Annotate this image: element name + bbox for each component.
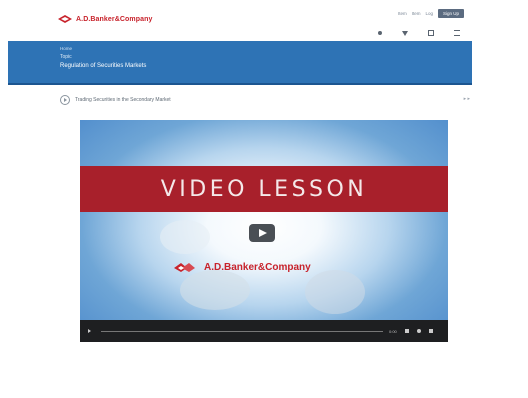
breadcrumb-sub[interactable]: Topic	[60, 54, 72, 60]
time-display: 0:00	[389, 328, 397, 334]
breadcrumb[interactable]: Home	[60, 46, 72, 51]
top-nav-item[interactable]: Item	[398, 11, 407, 16]
bell-icon[interactable]	[402, 30, 408, 36]
progress-track[interactable]	[101, 330, 383, 332]
lesson-play-icon[interactable]	[60, 95, 70, 105]
video-logo-text: A.D.Banker&Company	[204, 261, 311, 273]
header-icons	[378, 30, 460, 36]
top-nav-item[interactable]: Item	[412, 11, 421, 16]
top-nav-item[interactable]: Log	[425, 11, 433, 16]
globe-decoration	[160, 220, 210, 254]
volume-icon[interactable]	[404, 329, 409, 333]
logo-mark-icon	[174, 263, 195, 272]
brand-name: A.D.Banker&Company	[76, 15, 153, 23]
globe-decoration	[305, 270, 365, 314]
signup-button[interactable]: Sign Up	[437, 9, 464, 18]
lesson-title: Trading Securities in the Secondary Mark…	[75, 97, 171, 103]
pin-icon[interactable]	[378, 31, 382, 35]
video-banner: VIDEO LESSON	[80, 166, 448, 212]
lesson-header[interactable]: Trading Securities in the Secondary Mark…	[60, 93, 470, 107]
fullscreen-icon[interactable]	[428, 329, 433, 333]
menu-icon[interactable]	[454, 30, 460, 36]
logo-mark-icon	[58, 15, 72, 23]
video-player[interactable]: VIDEO LESSON A.D.Banker&Company 0:00	[80, 120, 448, 342]
video-banner-text: VIDEO LESSON	[160, 176, 368, 202]
brand-logo[interactable]: A.D.Banker&Company	[58, 12, 152, 26]
page-title: Regulation of Securities Markets	[60, 63, 147, 69]
video-logo: A.D.Banker&Company	[174, 260, 311, 274]
globe-decoration	[180, 270, 250, 310]
top-nav: Item Item Log Sign Up	[398, 9, 464, 18]
page-hero: Home Topic Regulation of Securities Mark…	[8, 41, 472, 85]
lesson-nav-control[interactable]: ▸ ▸	[464, 96, 470, 102]
user-icon[interactable]	[428, 30, 434, 36]
video-controls: 0:00	[80, 320, 448, 342]
control-play-icon[interactable]	[88, 329, 91, 333]
video-play-button[interactable]	[249, 224, 275, 242]
settings-icon[interactable]	[416, 329, 421, 333]
